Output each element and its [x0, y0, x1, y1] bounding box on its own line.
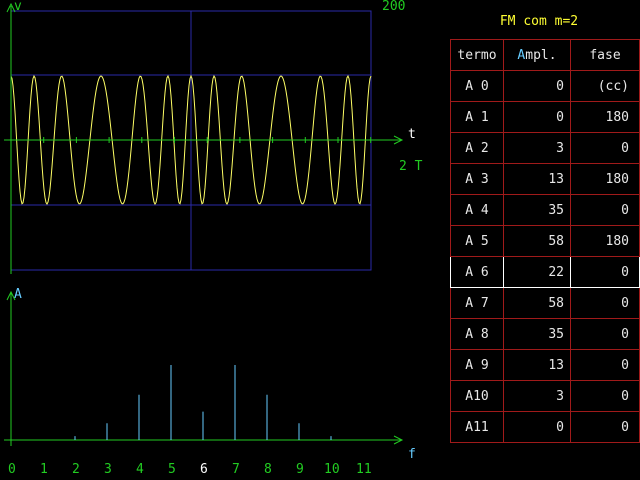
frequency-tick-label: 0	[8, 462, 16, 477]
row-termo: A 2	[450, 132, 504, 164]
frequency-tick-label: 8	[264, 462, 272, 477]
row-termo: A11	[450, 411, 504, 443]
frequency-tick-label: 6	[200, 462, 208, 477]
header-termo: termo	[450, 39, 504, 71]
row-fase: 180	[570, 163, 640, 195]
row-termo: A 8	[450, 318, 504, 350]
table-title: FM com m=2	[499, 14, 579, 29]
table-header-row: termo Ampl. fase	[450, 39, 640, 71]
row-ampl: 3	[503, 132, 571, 164]
row-ampl: 58	[503, 287, 571, 319]
row-ampl: 35	[503, 318, 571, 350]
row-ampl: 58	[503, 225, 571, 257]
row-ampl: 0	[503, 411, 571, 443]
row-fase: (cc)	[570, 70, 640, 102]
frequency-tick-label: 10	[324, 462, 340, 477]
row-ampl: 13	[503, 349, 571, 381]
row-ampl: 0	[503, 101, 571, 133]
row-termo: A 7	[450, 287, 504, 319]
header-ampl: Ampl.	[503, 39, 571, 71]
row-termo: A 0	[450, 70, 504, 102]
row-termo: A 9	[450, 349, 504, 381]
frequency-tick-label: 2	[72, 462, 80, 477]
table-row[interactable]: A 1 0 180	[450, 101, 640, 133]
header-fase: fase	[570, 39, 640, 71]
table-row[interactable]: A10 3 0	[450, 380, 640, 412]
row-termo: A 1	[450, 101, 504, 133]
row-fase: 180	[570, 101, 640, 133]
row-fase: 0	[570, 349, 640, 381]
row-ampl: 0	[503, 70, 571, 102]
table-row[interactable]: A 230	[450, 132, 640, 164]
row-fase: 0	[570, 132, 640, 164]
a-axis-label: A	[14, 287, 22, 302]
frequency-tick-label: 9	[296, 462, 304, 477]
row-termo: A 5	[450, 225, 504, 257]
frequency-tick-label: 5	[168, 462, 176, 477]
row-ampl: 3	[503, 380, 571, 412]
frequency-tick-label: 11	[356, 462, 372, 477]
table-row[interactable]: A 7 58 0	[450, 287, 640, 319]
row-termo: A 4	[450, 194, 504, 226]
table-row[interactable]: A 8 35 0	[450, 318, 640, 350]
row-fase: 0	[570, 287, 640, 319]
frequency-tick-label: 1	[40, 462, 48, 477]
f-axis-label: f	[408, 447, 416, 462]
row-fase: 180	[570, 225, 640, 257]
table-row[interactable]: A 4 35 0	[450, 194, 640, 226]
row-fase: 0	[570, 194, 640, 226]
frequency-tick-label: 3	[104, 462, 112, 477]
coefficient-table: termo Ampl. fase A 0 0 (cc) A 1 0 180 A 230A 3…	[450, 39, 640, 443]
row-fase: 0	[570, 380, 640, 412]
row-termo: A10	[450, 380, 504, 412]
table-row[interactable]: A 0 0 (cc)	[450, 70, 640, 102]
table-row[interactable]: A11 0 0	[450, 411, 640, 443]
row-fase: 0	[570, 411, 640, 443]
row-termo: A 3	[450, 163, 504, 195]
row-ampl: 13	[503, 163, 571, 195]
frequency-tick-label: 7	[232, 462, 240, 477]
frequency-tick-label: 4	[136, 462, 144, 477]
table-row[interactable]: A 3 13 180	[450, 163, 640, 195]
spectrum-bars	[74, 365, 332, 440]
table-row[interactable]: A 9 13 0	[450, 349, 640, 381]
row-termo: A 6	[450, 256, 504, 288]
row-ampl: 22	[503, 256, 571, 288]
header-ampl-rest: mpl.	[525, 47, 557, 63]
row-fase: 0	[570, 256, 640, 288]
table-row[interactable]: A 6 22 0	[450, 256, 640, 288]
row-fase: 0	[570, 318, 640, 350]
row-ampl: 35	[503, 194, 571, 226]
table-row[interactable]: A 5 58 180	[450, 225, 640, 257]
